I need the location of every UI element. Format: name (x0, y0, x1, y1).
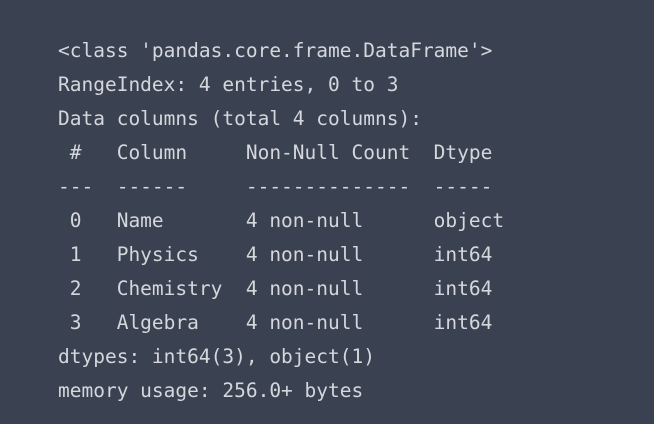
dtypes-line: dtypes: int64(3), object(1) (58, 345, 375, 368)
range-index-line: RangeIndex: 4 entries, 0 to 3 (58, 73, 399, 96)
dataframe-info-output: <class 'pandas.core.frame.DataFrame'> Ra… (0, 0, 654, 424)
table-row: 3 Algebra 4 non-null int64 (58, 311, 505, 334)
table-row: 2 Chemistry 4 non-null int64 (58, 277, 505, 300)
memory-usage-line: memory usage: 256.0+ bytes (58, 379, 364, 402)
table-header: # Column Non-Null Count Dtype (58, 141, 505, 164)
class-line: <class 'pandas.core.frame.DataFrame'> (58, 39, 493, 62)
data-columns-line: Data columns (total 4 columns): (58, 107, 422, 130)
table-row: 1 Physics 4 non-null int64 (58, 243, 505, 266)
table-row: 0 Name 4 non-null object (58, 209, 505, 232)
table-separator: --- ------ -------------- ----- (58, 175, 505, 198)
